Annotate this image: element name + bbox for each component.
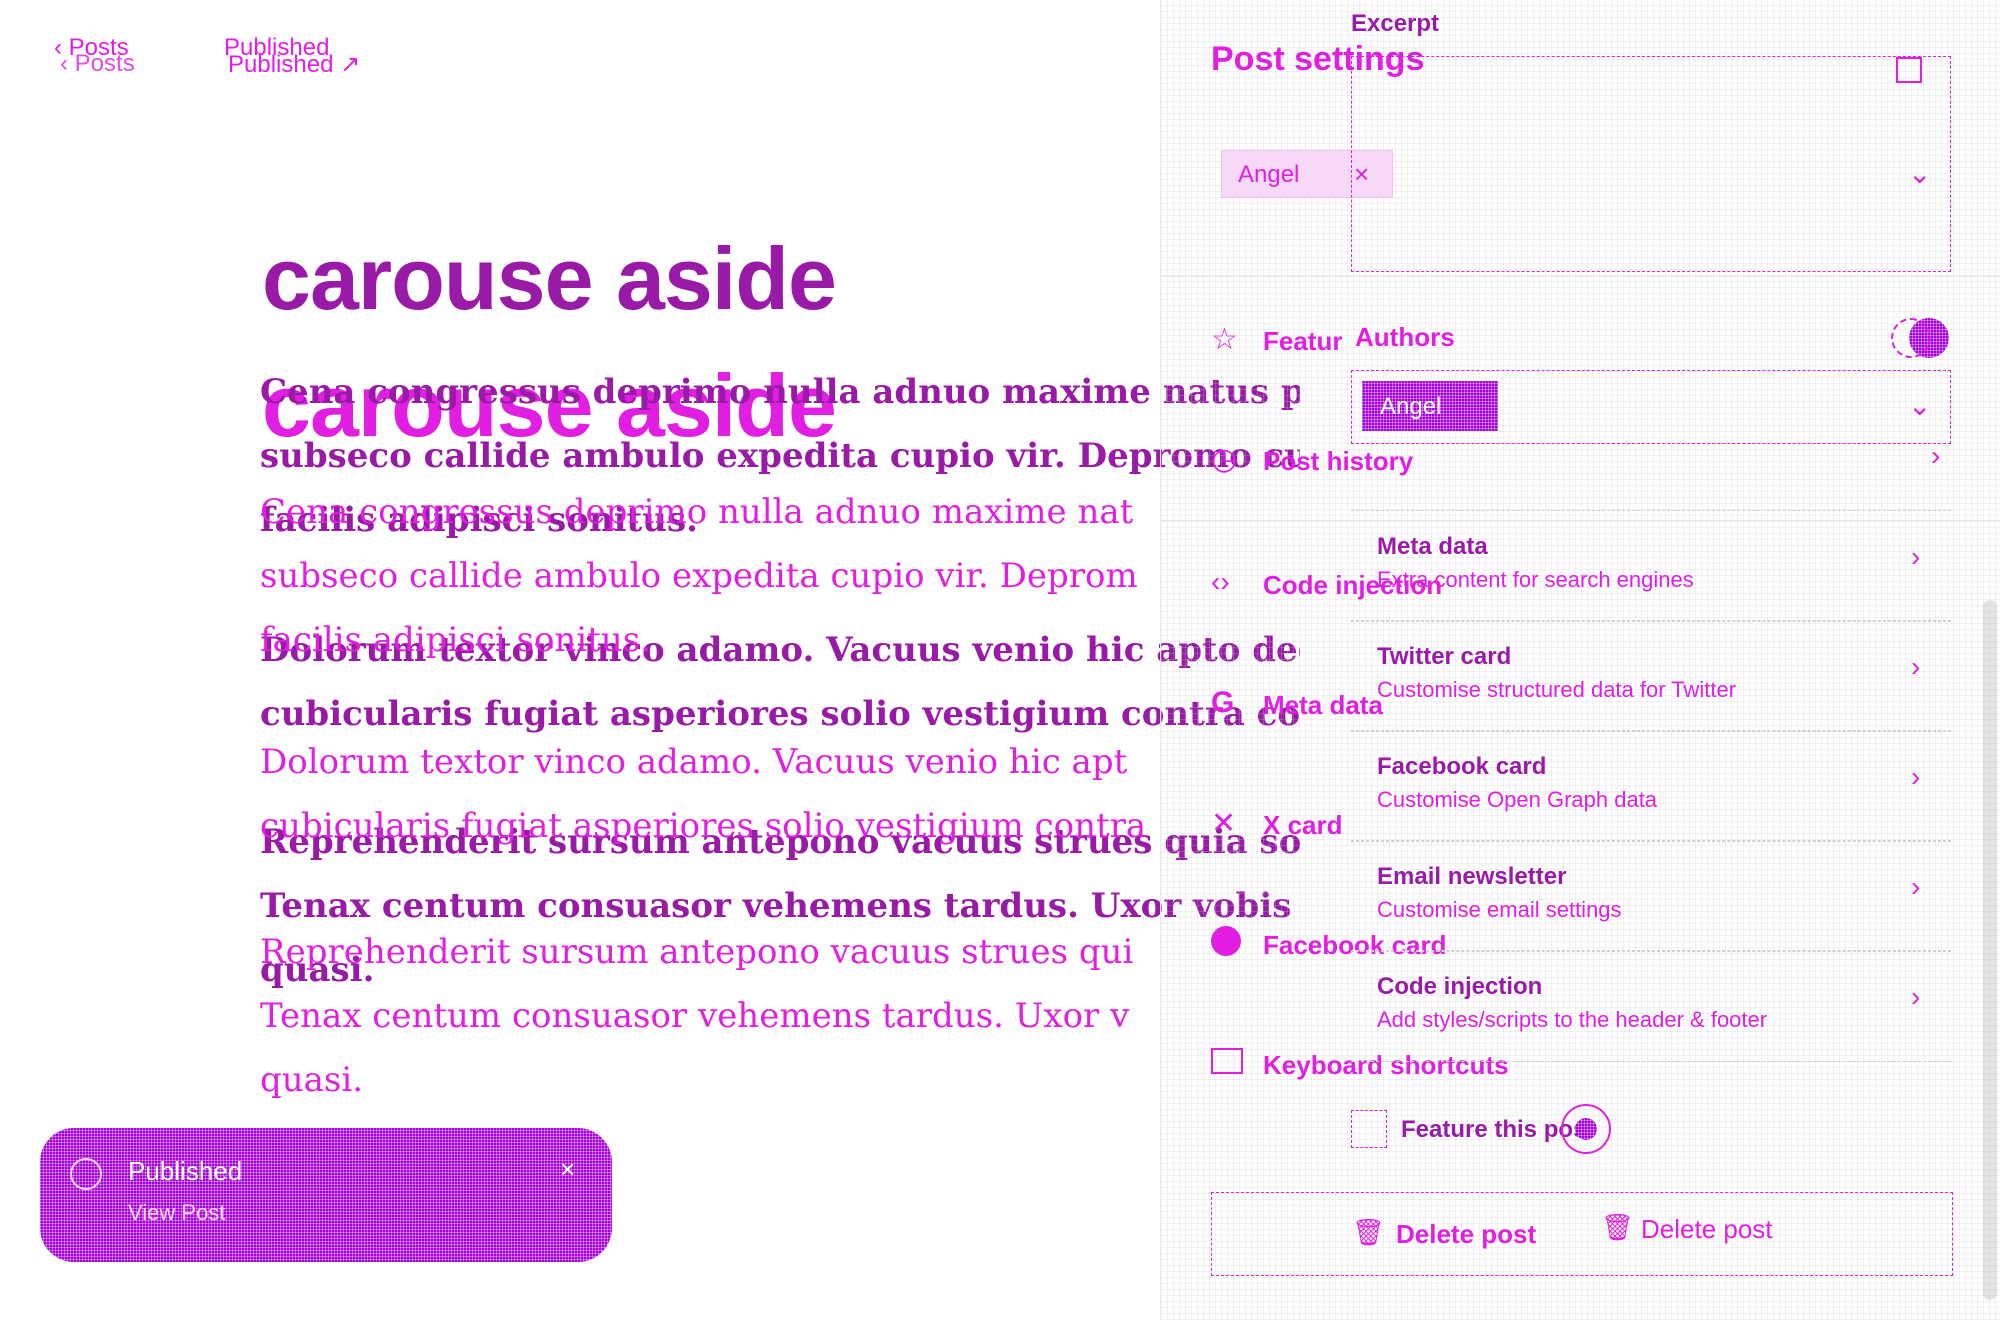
card-subtitle: Extra content for search engines <box>1377 567 1694 592</box>
authors-select[interactable]: Angel ⌄ <box>1351 370 1951 444</box>
selected-author-chip[interactable]: Angel <box>1362 381 1498 431</box>
ghost-line: cubicularis fugiat asperiores solio vest… <box>260 806 1147 846</box>
card-subtitle: Customise structured data for Twitter <box>1377 677 1737 702</box>
ghost-line: Reprehenderit sursum antepono vacuus str… <box>260 932 1134 972</box>
chevron-right-icon: › <box>1911 541 1921 572</box>
excerpt-label: Excerpt <box>1351 10 1440 37</box>
ghost-line: facilis adipisci sonitus. <box>260 620 651 660</box>
facebook-icon <box>1211 926 1241 956</box>
facebook-card-card[interactable]: Facebook card Customise Open Graph data … <box>1351 730 1951 842</box>
chevron-right-icon: › <box>1911 651 1921 682</box>
card-subtitle: Customise email settings <box>1377 897 1622 922</box>
status-label-echo: Published <box>228 51 334 78</box>
chevron-right-icon: › <box>1911 981 1921 1012</box>
ghost-line: subseco callide ambulo expedita cupio vi… <box>260 556 1138 596</box>
editor-pane: ‹ Posts ‹ Posts Published Published ↗ ca… <box>0 0 1300 1320</box>
card-subtitle: Add styles/scripts to the header & foote… <box>1377 1007 1768 1032</box>
chevron-down-icon: ⌄ <box>1908 390 1932 421</box>
expand-icon <box>1896 57 1922 83</box>
card-title: Facebook card <box>1377 753 1547 780</box>
clock-icon: ◷ <box>1211 443 1238 476</box>
delete-post-button[interactable]: 🗑 Delete post <box>1211 1192 1953 1276</box>
selected-author-label: Angel <box>1380 393 1442 420</box>
ghost-line: Tenax centum consuasor vehemens tardus. … <box>260 996 1130 1036</box>
cursor-dot <box>1575 1118 1597 1140</box>
back-to-posts-link-echo: ‹ Posts <box>60 50 135 78</box>
back-label-echo: Posts <box>74 50 135 77</box>
delete-post-label: Delete post <box>1396 1219 1537 1249</box>
sidebar-scrollbar[interactable] <box>1983 600 1997 1300</box>
chevron-right-icon: › <box>1911 871 1921 902</box>
card-title: Email newsletter <box>1377 863 1567 890</box>
ghost-line: Cena congressus deprimo nulla adnuo maxi… <box>260 492 1134 532</box>
published-toast: Published View Post × <box>40 1128 612 1262</box>
card-title: Meta data <box>1377 533 1488 560</box>
card-title: Code injection <box>1377 973 1543 1000</box>
post-body-ghost: Cena congressus deprimo nulla adnuo maxi… <box>260 480 1160 1100</box>
status-published-link-echo[interactable]: Published ↗ <box>228 50 360 79</box>
card-title: Twitter card <box>1377 643 1512 670</box>
author-chip-label: Angel <box>1238 161 1300 188</box>
post-settings-sidebar: Post settings Angel × ☆ Featur ◷ Post hi… <box>1160 0 2000 1320</box>
cursor-focus-indicator <box>1561 1104 1611 1154</box>
overlay-delete-label: Delete post <box>1641 1214 1773 1244</box>
x-logo-icon: ✕ <box>1211 807 1237 840</box>
meta-data-card[interactable]: Meta data Extra content for search engin… <box>1351 510 1951 622</box>
authors-label: Authors <box>1355 322 1455 352</box>
toast-view-post-link[interactable]: View Post <box>128 1200 225 1226</box>
body-line: subseco callide ambulo expedita cupio vi… <box>260 436 1300 476</box>
overlay-panel: Excerpt ⌄ Authors Angel ⌄ Meta data Extr… <box>1351 0 1951 1062</box>
trash-icon: 🗑 <box>1352 1217 1386 1247</box>
feature-post-label: Featur <box>1263 326 1343 356</box>
card-subtitle: Customise Open Graph data <box>1377 787 1658 812</box>
code-injection-card[interactable]: Code injection Add styles/scripts to the… <box>1351 950 1951 1062</box>
ghost-line: Dolorum textor vinco adamo. Vacuus venio… <box>260 742 1128 782</box>
keyboard-icon <box>1211 1048 1243 1074</box>
twitter-card-card[interactable]: Twitter card Customise structured data f… <box>1351 620 1951 732</box>
chevron-right-icon: › <box>1911 761 1921 792</box>
code-icon: ‹› <box>1211 566 1230 597</box>
email-newsletter-card[interactable]: Email newsletter Customise email setting… <box>1351 840 1951 952</box>
google-icon: G <box>1211 686 1235 719</box>
body-line: Cena congressus deprimo nulla adnuo maxi… <box>260 372 1300 412</box>
excerpt-textarea[interactable]: ⌄ <box>1351 56 1951 272</box>
feature-checkbox[interactable] <box>1351 1110 1387 1148</box>
check-circle-icon <box>70 1158 102 1190</box>
toast-close-icon[interactable]: × <box>560 1154 575 1185</box>
chevron-down-icon: ⌄ <box>1908 158 1932 189</box>
x-card-label: X card <box>1263 810 1343 840</box>
toast-title: Published <box>128 1156 243 1186</box>
trash-icon: 🗑 <box>1601 1212 1635 1242</box>
external-link-icon: ↗ <box>340 51 361 78</box>
ghost-line: quasi. <box>260 1060 364 1100</box>
chevron-left-icon: ‹ <box>60 50 75 77</box>
star-icon: ☆ <box>1211 323 1238 356</box>
post-title[interactable]: carouse aside <box>262 228 837 330</box>
